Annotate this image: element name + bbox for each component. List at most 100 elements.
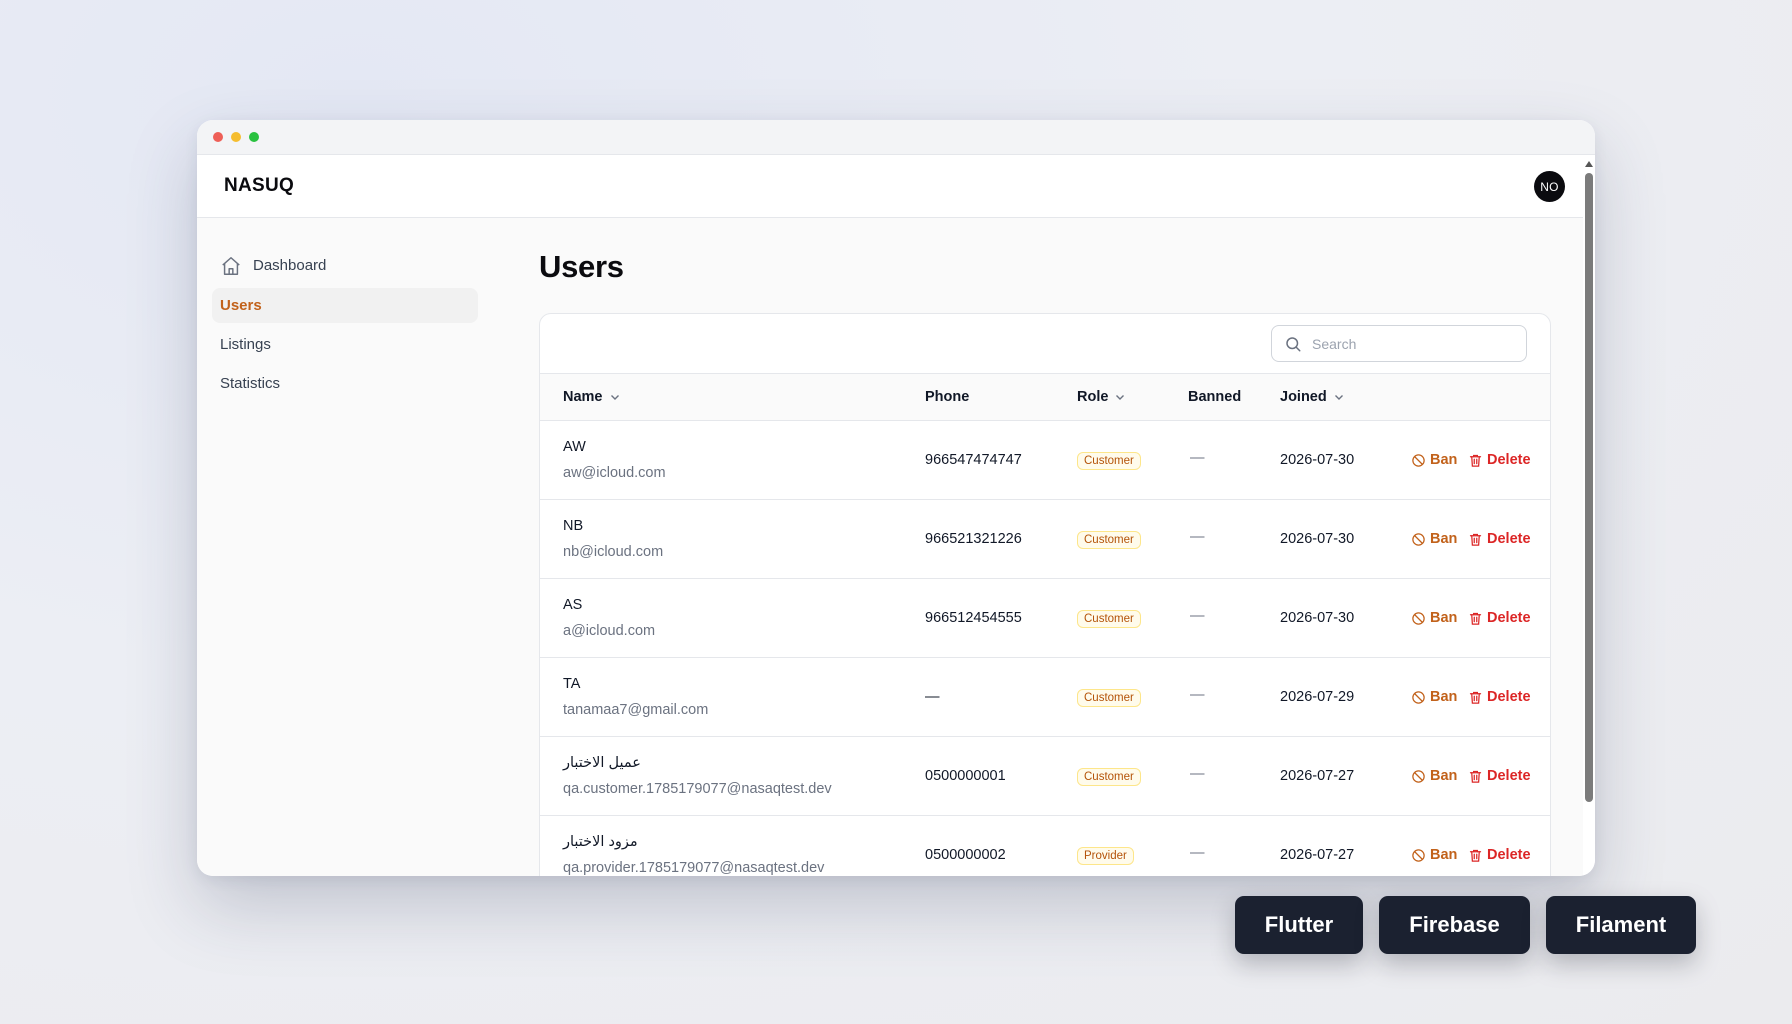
- user-name: AS: [563, 597, 583, 613]
- trash-icon: [1469, 454, 1482, 467]
- table-row[interactable]: مزود الاختبار qa.provider.1785179077@nas…: [540, 816, 1550, 876]
- sidebar-item-statistics[interactable]: Statistics: [212, 366, 478, 401]
- app-content: Dashboard Users Listings Statistics User…: [197, 218, 1583, 876]
- chevron-down-icon: [610, 395, 619, 400]
- user-phone: 966512454555: [925, 610, 1022, 626]
- delete-button[interactable]: Delete: [1468, 610, 1531, 626]
- role-badge: Customer: [1077, 689, 1141, 707]
- column-header-phone: Phone: [925, 389, 969, 405]
- user-phone: 0500000001: [925, 768, 1006, 784]
- user-email: tanamaa7@gmail.com: [563, 702, 709, 718]
- home-icon: [220, 255, 242, 277]
- trash-icon: [1469, 770, 1482, 783]
- ban-icon: [1412, 532, 1425, 546]
- column-header-role[interactable]: Role: [1077, 389, 1126, 405]
- user-avatar[interactable]: NO: [1534, 171, 1565, 202]
- sidebar-item-dashboard[interactable]: Dashboard: [212, 248, 478, 283]
- sidebar-item-listings[interactable]: Listings: [212, 327, 478, 362]
- ban-button[interactable]: Ban: [1411, 689, 1457, 705]
- scroll-thumb[interactable]: [1585, 173, 1593, 802]
- ban-icon: [1412, 690, 1425, 704]
- role-badge: Customer: [1077, 768, 1141, 786]
- tech-tag-firebase: Firebase: [1379, 896, 1530, 954]
- delete-button[interactable]: Delete: [1468, 531, 1531, 547]
- user-phone: 0500000002: [925, 847, 1006, 863]
- table-row[interactable]: عميل الاختبار qa.customer.1785179077@nas…: [540, 737, 1550, 816]
- delete-button[interactable]: Delete: [1468, 452, 1531, 468]
- joined-date: 2026-07-30: [1280, 452, 1355, 468]
- page-scrollbar[interactable]: [1583, 155, 1595, 876]
- trash-icon: [1469, 533, 1482, 546]
- column-label: Banned: [1188, 389, 1242, 405]
- browser-window: NASUQ NO Dashboard Users Listings Statis…: [197, 120, 1595, 876]
- table-row[interactable]: AW aw@icloud.com 966547474747 Customer —…: [540, 421, 1550, 500]
- role-badge: Customer: [1077, 452, 1141, 470]
- user-email: aw@icloud.com: [563, 465, 666, 481]
- sidebar-item-users[interactable]: Users: [212, 288, 478, 323]
- role-badge: Customer: [1077, 531, 1141, 549]
- ban-label: Ban: [1430, 847, 1458, 863]
- users-table-card: Name Phone Role Banned Joined: [539, 313, 1551, 876]
- ban-label: Ban: [1430, 610, 1458, 626]
- ban-button[interactable]: Ban: [1411, 610, 1457, 626]
- table-row[interactable]: NB nb@icloud.com 966521321226 Customer —…: [540, 500, 1550, 579]
- user-email: qa.provider.1785179077@nasaqtest.dev: [563, 860, 825, 876]
- column-label: Role: [1077, 389, 1109, 405]
- chevron-down-icon: [1116, 395, 1125, 400]
- table-row[interactable]: AS a@icloud.com 966512454555 Customer — …: [540, 579, 1550, 658]
- search-input[interactable]: [1312, 335, 1512, 352]
- joined-date: 2026-07-30: [1280, 610, 1355, 626]
- user-name: NB: [563, 518, 584, 534]
- delete-label: Delete: [1487, 452, 1531, 468]
- ban-label: Ban: [1430, 452, 1458, 468]
- minimize-window-button[interactable]: [231, 132, 241, 142]
- column-header-joined[interactable]: Joined: [1280, 389, 1345, 405]
- user-name: AW: [563, 439, 586, 455]
- trash-icon: [1469, 849, 1482, 862]
- ban-button[interactable]: Ban: [1411, 847, 1457, 863]
- user-email: a@icloud.com: [563, 623, 656, 639]
- ban-label: Ban: [1430, 768, 1458, 784]
- joined-date: 2026-07-30: [1280, 531, 1355, 547]
- joined-date: 2026-07-27: [1280, 847, 1355, 863]
- banned-status: —: [1190, 766, 1205, 782]
- close-window-button[interactable]: [213, 132, 223, 142]
- banned-status: —: [1190, 529, 1205, 545]
- table-header: Name Phone Role Banned Joined: [540, 373, 1550, 421]
- column-header-name[interactable]: Name: [563, 389, 621, 405]
- ban-label: Ban: [1430, 531, 1458, 547]
- user-name: TA: [563, 676, 581, 692]
- delete-button[interactable]: Delete: [1468, 847, 1531, 863]
- brand-logo[interactable]: NASUQ: [224, 175, 294, 197]
- delete-button[interactable]: Delete: [1468, 768, 1531, 784]
- delete-label: Delete: [1487, 768, 1531, 784]
- sidebar-item-label: Statistics: [220, 375, 281, 392]
- user-phone: —: [925, 689, 940, 705]
- ban-button[interactable]: Ban: [1411, 452, 1457, 468]
- delete-label: Delete: [1487, 531, 1531, 547]
- scroll-up-arrow[interactable]: [1585, 161, 1593, 167]
- role-badge: Customer: [1077, 610, 1141, 628]
- search-box[interactable]: [1271, 325, 1527, 362]
- maximize-window-button[interactable]: [249, 132, 259, 142]
- sidebar-item-label: Listings: [220, 336, 271, 353]
- user-name: مزود الاختبار: [563, 834, 638, 850]
- table-row[interactable]: TA tanamaa7@gmail.com — Customer — 2026-…: [540, 658, 1550, 737]
- chevron-down-icon: [1334, 395, 1343, 400]
- ban-button[interactable]: Ban: [1411, 768, 1457, 784]
- ban-button[interactable]: Ban: [1411, 531, 1457, 547]
- ban-icon: [1412, 848, 1425, 862]
- tech-tag-filament: Filament: [1546, 896, 1696, 954]
- delete-button[interactable]: Delete: [1468, 689, 1531, 705]
- delete-label: Delete: [1487, 689, 1531, 705]
- banned-status: —: [1190, 687, 1205, 703]
- ban-icon: [1412, 453, 1425, 467]
- sidebar-item-label: Users: [220, 297, 262, 314]
- ban-label: Ban: [1430, 689, 1458, 705]
- user-name: عميل الاختبار: [563, 755, 641, 771]
- column-header-banned: Banned: [1188, 389, 1241, 405]
- ban-icon: [1412, 611, 1425, 625]
- ban-icon: [1412, 769, 1425, 783]
- user-email: qa.customer.1785179077@nasaqtest.dev: [563, 781, 832, 797]
- column-label: Joined: [1280, 389, 1327, 405]
